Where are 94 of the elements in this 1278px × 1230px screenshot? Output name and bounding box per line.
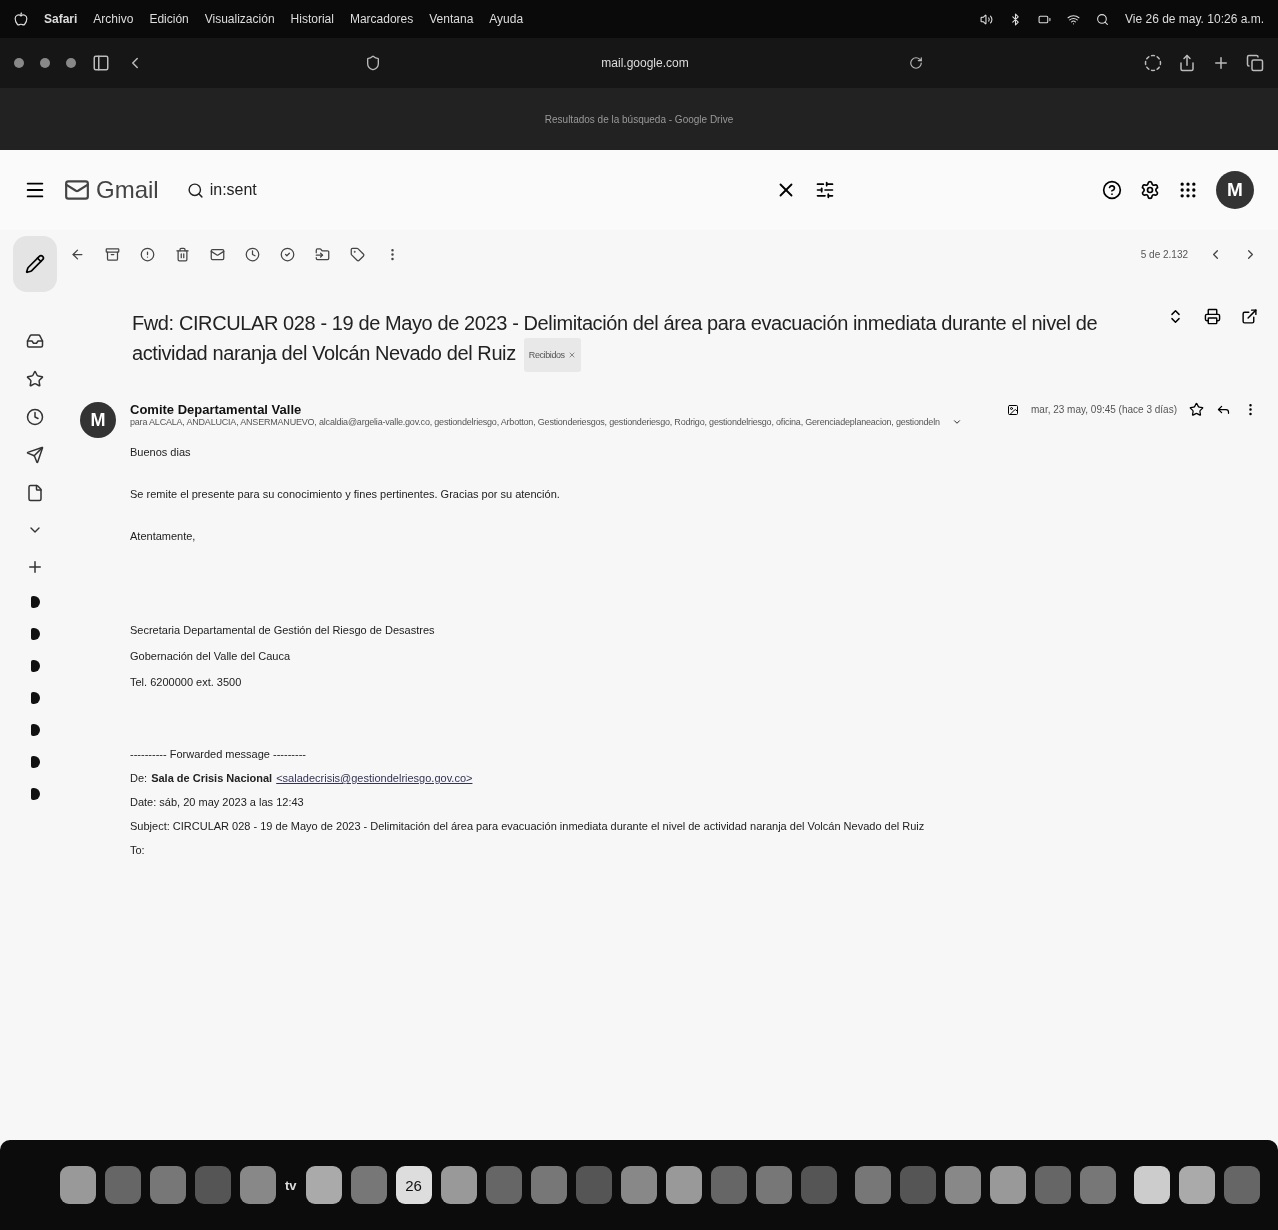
app-icon[interactable] (944, 1166, 981, 1204)
app-icon[interactable] (305, 1166, 342, 1204)
clock: Vie 26 de may. 10:26 a.m. (1125, 12, 1264, 26)
plus-icon[interactable] (26, 558, 44, 576)
body-text: Buenos dias (130, 445, 192, 459)
apple-icon[interactable] (14, 12, 28, 26)
date-line: Date: sáb, 20 may 2023 a las 12:43 (130, 795, 305, 809)
email-subject: Fwd: CIRCULAR 028 - 19 de Mayo de 2023 - Delimitación del área para evacuación inmediata durante el nivel de actividad naranja del Volcán Nevado del Ruiz Recibidos (132, 308, 1147, 372)
file-icon[interactable] (26, 484, 44, 502)
recipients-text: para ALCALA, ANDALUCIA, ANSERMANUEVO, alcaldia@argelia-valle.gov.co, gestiondelriesgo, Arbotton, Gestionderiesgos, gestionderiesgo, Rodrigo, gestiondelriesgo, oficina, Gerenciadeplaneacion, gestiondeln (130, 417, 940, 427)
address-bar[interactable]: mail.google.com (601, 56, 689, 70)
menu-item[interactable]: Archivo (93, 12, 134, 26)
alert-icon[interactable] (140, 246, 155, 262)
inbox-icon[interactable] (26, 332, 44, 350)
from-label: De: (130, 771, 148, 785)
check-circle-icon[interactable] (280, 246, 295, 262)
calendar-app-icon[interactable]: 26 (395, 1166, 432, 1204)
tv-app-icon[interactable]: tv (285, 1177, 297, 1193)
filter-icon[interactable] (814, 180, 835, 200)
send-icon[interactable] (26, 446, 44, 464)
app-icon[interactable] (1178, 1166, 1215, 1204)
mail-icon[interactable] (210, 246, 225, 262)
window-control-icon[interactable] (66, 58, 76, 68)
signature-line: Secretaria Departamental de Gestión del Riesgo de Desastres (130, 623, 436, 637)
app-icon[interactable] (240, 1166, 276, 1204)
wifi-icon[interactable] (1067, 12, 1080, 26)
label-icon[interactable] (30, 756, 40, 768)
label-icon[interactable] (30, 788, 40, 800)
sender-avatar: M (80, 402, 116, 438)
reload-icon[interactable] (909, 56, 924, 70)
share-icon[interactable] (1178, 54, 1196, 72)
new-tab-icon[interactable] (1212, 54, 1230, 72)
signature-line: Gobernación del Valle del Cauca (130, 649, 291, 663)
gmail-logo[interactable]: Gmail (64, 176, 159, 204)
menu-item[interactable]: Marcadores (349, 12, 414, 26)
label-icon[interactable] (30, 724, 40, 736)
compose-button[interactable] (13, 236, 57, 292)
signature-line: Tel. 6200000 ext. 3500 (130, 675, 243, 689)
app-icon[interactable] (60, 1166, 96, 1204)
subject-line: Subject: CIRCULAR 028 - 19 de Mayo de 2023 - Delimitación del área para evacuación inmediata durante el nivel de actividad naranja del Volcán Nevado del Ruiz (130, 819, 926, 833)
tag-icon[interactable] (350, 246, 365, 262)
attachment-icon (1007, 403, 1019, 416)
app-icon[interactable] (989, 1166, 1026, 1204)
volume-icon[interactable] (980, 12, 993, 26)
body-text: Se remite el presente para su conocimiento y fines pertinentes. Gracias por su atención. (130, 487, 561, 501)
label-icon[interactable] (30, 660, 40, 672)
clock-icon[interactable] (26, 408, 44, 426)
email-date: mar, 23 may, 09:45 (hace 3 días) (1031, 404, 1177, 415)
search-icon[interactable] (186, 181, 204, 199)
body-text: Atentamente, (130, 529, 197, 543)
window-control-icon[interactable] (14, 58, 24, 68)
avatar[interactable]: M (1216, 171, 1254, 209)
search-field[interactable]: in:sent (176, 173, 757, 207)
bluetooth-icon[interactable] (1009, 12, 1022, 26)
menu-item[interactable]: Historial (290, 12, 334, 26)
app-icon[interactable] (440, 1166, 477, 1204)
back-icon[interactable] (70, 246, 85, 262)
pagination-text: 5 de 2.132 (1140, 248, 1188, 260)
mail-icon (64, 177, 90, 203)
menu-item[interactable]: Ventana (429, 12, 474, 26)
sidebar-icon[interactable] (92, 54, 110, 72)
label-icon[interactable] (30, 692, 40, 704)
archive-icon[interactable] (105, 246, 120, 262)
forwarded-header: ---------- Forwarded message --------- (130, 747, 307, 761)
label-icon[interactable] (30, 596, 40, 608)
app-icon[interactable] (620, 1166, 657, 1204)
shield-icon[interactable] (364, 55, 381, 71)
browser-tab[interactable]: Resultados de la búsqueda - Google Drive (544, 113, 734, 125)
to-line: To: (130, 843, 146, 857)
pencil-icon (25, 254, 45, 274)
clock-icon[interactable] (245, 246, 260, 262)
print-icon[interactable] (1204, 308, 1221, 325)
app-icon[interactable] (1133, 1166, 1170, 1204)
menu-item[interactable]: Safari (44, 12, 78, 26)
label-chip[interactable]: Recibidos (523, 338, 581, 372)
menu-item[interactable]: Edición (149, 12, 189, 26)
star-icon[interactable] (1189, 402, 1204, 417)
app-icon[interactable] (665, 1166, 702, 1204)
external-link-icon[interactable] (1241, 308, 1258, 325)
email-link[interactable]: <saladecrisis@gestiondelriesgo.gov.co> (276, 772, 473, 784)
search-icon[interactable] (1096, 12, 1109, 26)
star-icon[interactable] (26, 370, 44, 388)
help-icon[interactable] (1102, 180, 1122, 200)
chevron-down-icon[interactable] (951, 417, 962, 427)
label-icon[interactable] (30, 628, 40, 640)
apps-icon[interactable] (1178, 180, 1198, 200)
tabs-icon[interactable] (1246, 54, 1264, 72)
window-control-icon[interactable] (40, 58, 50, 68)
folder-icon[interactable] (315, 246, 330, 262)
menu-item[interactable]: Visualización (204, 12, 275, 26)
menu-item[interactable]: Ayuda (489, 12, 524, 26)
settings-icon[interactable] (1140, 180, 1160, 200)
from-name: Sala de Crisis Nacional (151, 771, 273, 785)
sender-name: Comite Departamental Valle (130, 402, 302, 417)
